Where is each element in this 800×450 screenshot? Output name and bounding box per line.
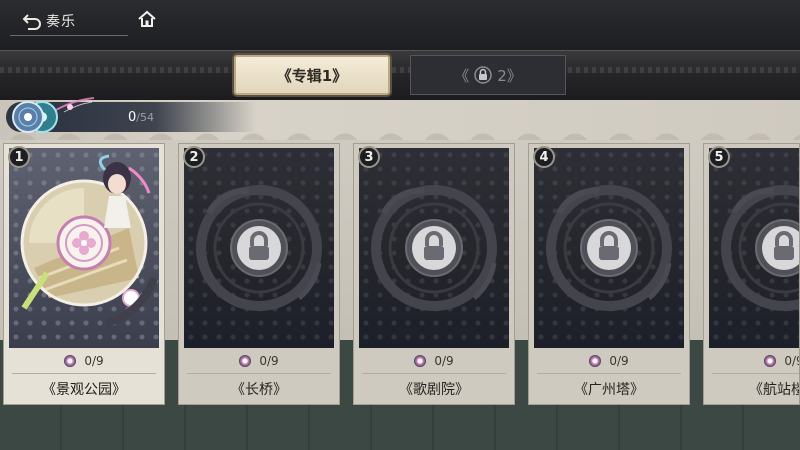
music-disc-icon	[239, 355, 252, 367]
locked-record-emblem	[546, 185, 672, 311]
song-card-5[interactable]: 5 0/9 《航站楼》	[703, 143, 800, 405]
song-title: 《歌剧院》	[399, 382, 469, 398]
tab-album-2[interactable]: 《 2》	[410, 55, 566, 95]
song-number-badge: 5	[708, 146, 730, 168]
tab-album-1[interactable]: 《专辑1》	[234, 55, 390, 95]
home-icon	[138, 10, 156, 32]
song-count: 0/9	[259, 354, 279, 368]
sparkle-icon	[55, 96, 96, 120]
album-tab-strip: 《专辑1》 《 2》	[0, 50, 800, 100]
song-title: 《航站楼》	[749, 382, 799, 398]
song-number-badge: 3	[358, 146, 380, 168]
music-disc-icon	[64, 355, 77, 367]
music-disc-icon	[414, 355, 427, 367]
song-card-2[interactable]: 2 0/9 《长桥》	[178, 143, 340, 405]
music-disc-icon	[764, 355, 777, 367]
tab-album-2-label-right: 2》	[497, 66, 522, 85]
song-count-row: 0/9	[704, 350, 799, 372]
music-disc-icon	[589, 355, 602, 367]
top-bar: 奏乐	[0, 0, 800, 50]
song-art	[184, 148, 334, 348]
song-count: 0/9	[434, 354, 454, 368]
locked-record-emblem	[196, 185, 322, 311]
song-number-badge: 4	[533, 146, 555, 168]
collection-progress-text: 0/54	[128, 110, 154, 125]
song-card-4[interactable]: 4 0/9 《广州塔》	[528, 143, 690, 405]
song-count: 0/9	[84, 354, 104, 368]
progress-total: /54	[136, 111, 154, 124]
song-title: 《长桥》	[231, 382, 287, 398]
song-count: 0/9	[609, 354, 629, 368]
song-count-row: 0/9	[529, 350, 689, 372]
song-count-row: 0/9	[4, 350, 164, 372]
music-disc-icon	[8, 98, 60, 136]
song-art	[9, 148, 159, 348]
song-art	[534, 148, 684, 348]
song-title: 《广州塔》	[574, 382, 644, 398]
home-button[interactable]	[130, 6, 164, 36]
lock-icon	[473, 65, 493, 85]
song-art	[359, 148, 509, 348]
locked-record-emblem	[721, 185, 799, 311]
locked-record-emblem	[371, 185, 497, 311]
song-art-illustration	[20, 154, 158, 327]
song-count: 0/9	[784, 354, 799, 368]
song-count-row: 0/9	[179, 350, 339, 372]
back-arrow-icon	[22, 11, 42, 31]
song-art	[709, 148, 799, 348]
song-card-1[interactable]: 1 0/9 《景观公园》	[3, 143, 165, 405]
tab-album-2-label-left: 《	[454, 66, 470, 85]
back-button[interactable]: 奏乐	[10, 6, 128, 36]
song-card-3[interactable]: 3 0/9 《歌剧院》	[353, 143, 515, 405]
song-number-badge: 1	[8, 146, 30, 168]
back-label: 奏乐	[46, 13, 76, 30]
song-number-badge: 2	[183, 146, 205, 168]
song-count-row: 0/9	[354, 350, 514, 372]
tab-album-1-label: 《专辑1》	[276, 66, 348, 85]
song-title: 《景观公园》	[42, 382, 126, 398]
